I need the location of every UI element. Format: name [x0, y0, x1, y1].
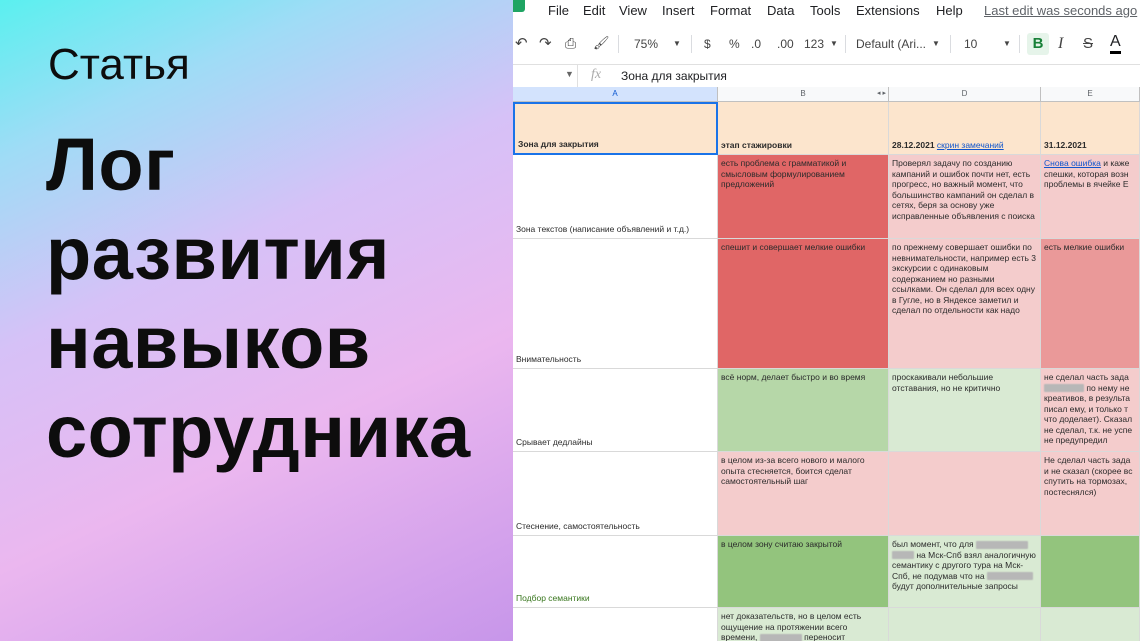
- chevron-down-icon[interactable]: ▼: [830, 39, 838, 48]
- table-cell[interactable]: [889, 608, 1041, 641]
- redacted-text: [759, 633, 802, 641]
- formula-bar: ▼ fx Зона для закрытия: [513, 64, 1140, 88]
- toolbar: ↶ ↷ ⎙ 🖌 75% ▼ $ % .0 .00 123 ▼ Default (…: [513, 28, 1140, 60]
- chevron-down-icon[interactable]: ▼: [932, 39, 940, 48]
- table-cell[interactable]: есть проблема с грамматикой и смысловым …: [718, 155, 889, 239]
- table-cell[interactable]: Снова ошибка и каже спешки, которая возн…: [1041, 155, 1140, 239]
- menu-file[interactable]: File: [548, 3, 569, 18]
- table-cell[interactable]: есть мелкие ошибки: [1041, 239, 1140, 369]
- column-header-a[interactable]: A: [513, 87, 718, 101]
- zoom-select[interactable]: 75%: [634, 37, 658, 51]
- fx-icon: fx: [591, 67, 602, 82]
- redacted-text: [986, 572, 1033, 581]
- error-link[interactable]: Снова ошибка: [1044, 158, 1101, 168]
- table-cell[interactable]: нет доказательств, но в целом есть ощуще…: [718, 608, 889, 641]
- menu-insert[interactable]: Insert: [662, 3, 695, 18]
- column-header-b[interactable]: B ◂ ▸: [718, 87, 889, 101]
- table-cell[interactable]: по прежнему совершает ошибки по невнимат…: [889, 239, 1041, 369]
- headline-line-2: развития: [46, 212, 390, 295]
- last-edit-link[interactable]: Last edit was seconds ago: [984, 3, 1137, 18]
- column-header-d[interactable]: D: [889, 87, 1041, 101]
- increase-decimal-button[interactable]: .00: [777, 37, 794, 51]
- table-cell[interactable]: [1041, 536, 1140, 608]
- formula-input[interactable]: Зона для закрытия: [621, 69, 727, 83]
- bold-button[interactable]: B: [1027, 33, 1049, 55]
- row-label-empty[interactable]: [513, 608, 718, 641]
- menu-bar: File Edit View Insert Format Data Tools …: [513, 0, 1140, 22]
- collapse-arrows-icon[interactable]: ◂ ▸: [877, 87, 886, 101]
- menu-format[interactable]: Format: [710, 3, 751, 18]
- spreadsheet-screenshot: File Edit View Insert Format Data Tools …: [513, 0, 1140, 641]
- table-cell[interactable]: в целом зону считаю закрытой: [718, 536, 889, 608]
- cell-d-header[interactable]: 28.12.2021 скрин замечаний: [889, 102, 1041, 155]
- headline-line-1: Лог: [46, 123, 176, 206]
- cell-a-header[interactable]: Зона для закрытия: [513, 102, 718, 155]
- table-cell[interactable]: не сделал часть зада по нему не креативов…: [1041, 369, 1140, 452]
- row-label-semantics[interactable]: Подбор семантики: [513, 536, 718, 608]
- menu-extensions[interactable]: Extensions: [856, 3, 920, 18]
- decrease-decimal-button[interactable]: .0: [751, 37, 761, 51]
- chevron-down-icon[interactable]: ▼: [673, 39, 681, 48]
- menu-help[interactable]: Help: [936, 3, 963, 18]
- table-cell[interactable]: всё норм, делает быстро и во время: [718, 369, 889, 452]
- table-cell[interactable]: Проверял задачу по созданию кампаний и о…: [889, 155, 1041, 239]
- row-label-shyness[interactable]: Стеснение, самостоятельность: [513, 452, 718, 536]
- menu-edit[interactable]: Edit: [583, 3, 605, 18]
- row-label-attention[interactable]: Внимательность: [513, 239, 718, 369]
- table-cell[interactable]: Не сделал часть зада и не сказал (скорее…: [1041, 452, 1140, 536]
- cell-e-header[interactable]: 31.12.2021: [1041, 102, 1140, 155]
- toolbar-divider: [618, 35, 619, 53]
- font-size-select[interactable]: 10: [964, 37, 977, 51]
- toolbar-divider: [950, 35, 951, 53]
- table-cell[interactable]: был момент, что для на Мск-Спб взял анал…: [889, 536, 1041, 608]
- article-banner: Статья Лог развития навыков сотрудника: [0, 0, 513, 641]
- row-label-deadlines[interactable]: Срывает дедлайны: [513, 369, 718, 452]
- name-box[interactable]: ▼: [513, 65, 578, 87]
- print-icon[interactable]: ⎙: [565, 35, 576, 52]
- paint-format-icon[interactable]: 🖌: [593, 35, 610, 51]
- cell-b-header[interactable]: этап стажировки: [718, 102, 889, 155]
- menu-data[interactable]: Data: [767, 3, 794, 18]
- toolbar-divider: [845, 35, 846, 53]
- text-color-button[interactable]: A: [1110, 33, 1121, 54]
- font-select[interactable]: Default (Ari...: [856, 37, 926, 51]
- article-badge: Статья: [48, 40, 190, 89]
- percent-button[interactable]: %: [729, 37, 740, 51]
- article-headline: Лог развития навыков сотрудника: [46, 120, 471, 476]
- chevron-down-icon[interactable]: ▼: [565, 69, 574, 79]
- undo-icon[interactable]: ↶: [515, 34, 528, 52]
- table-cell[interactable]: проскакивали небольшие отставания, но не…: [889, 369, 1041, 452]
- strikethrough-button[interactable]: S: [1083, 35, 1093, 52]
- menu-view[interactable]: View: [619, 3, 647, 18]
- headline-line-4: сотрудника: [46, 390, 471, 473]
- headline-line-3: навыков: [46, 301, 371, 384]
- sheets-logo-icon: [513, 0, 525, 12]
- toolbar-divider: [691, 35, 692, 53]
- currency-button[interactable]: $: [704, 37, 711, 51]
- screenshot-link[interactable]: скрин замечаний: [937, 140, 1004, 151]
- redacted-text: [892, 551, 914, 560]
- redo-icon[interactable]: ↷: [539, 34, 552, 52]
- column-header-e[interactable]: E: [1041, 87, 1140, 101]
- table-cell[interactable]: спешит и совершает мелкие ошибки: [718, 239, 889, 369]
- number-format-button[interactable]: 123: [804, 37, 824, 51]
- table-cell[interactable]: [889, 452, 1041, 536]
- redacted-text: [1044, 384, 1084, 393]
- table-cell[interactable]: в целом из-за всего нового и малого опыт…: [718, 452, 889, 536]
- column-headers: A B ◂ ▸ D E: [513, 87, 1140, 102]
- table-cell[interactable]: [1041, 608, 1140, 641]
- row-label-texts[interactable]: Зона текстов (написание объявлений и т.д…: [513, 155, 718, 239]
- menu-tools[interactable]: Tools: [810, 3, 840, 18]
- toolbar-divider: [1019, 35, 1020, 53]
- chevron-down-icon[interactable]: ▼: [1003, 39, 1011, 48]
- redacted-text: [976, 540, 1029, 549]
- italic-button[interactable]: I: [1058, 35, 1063, 53]
